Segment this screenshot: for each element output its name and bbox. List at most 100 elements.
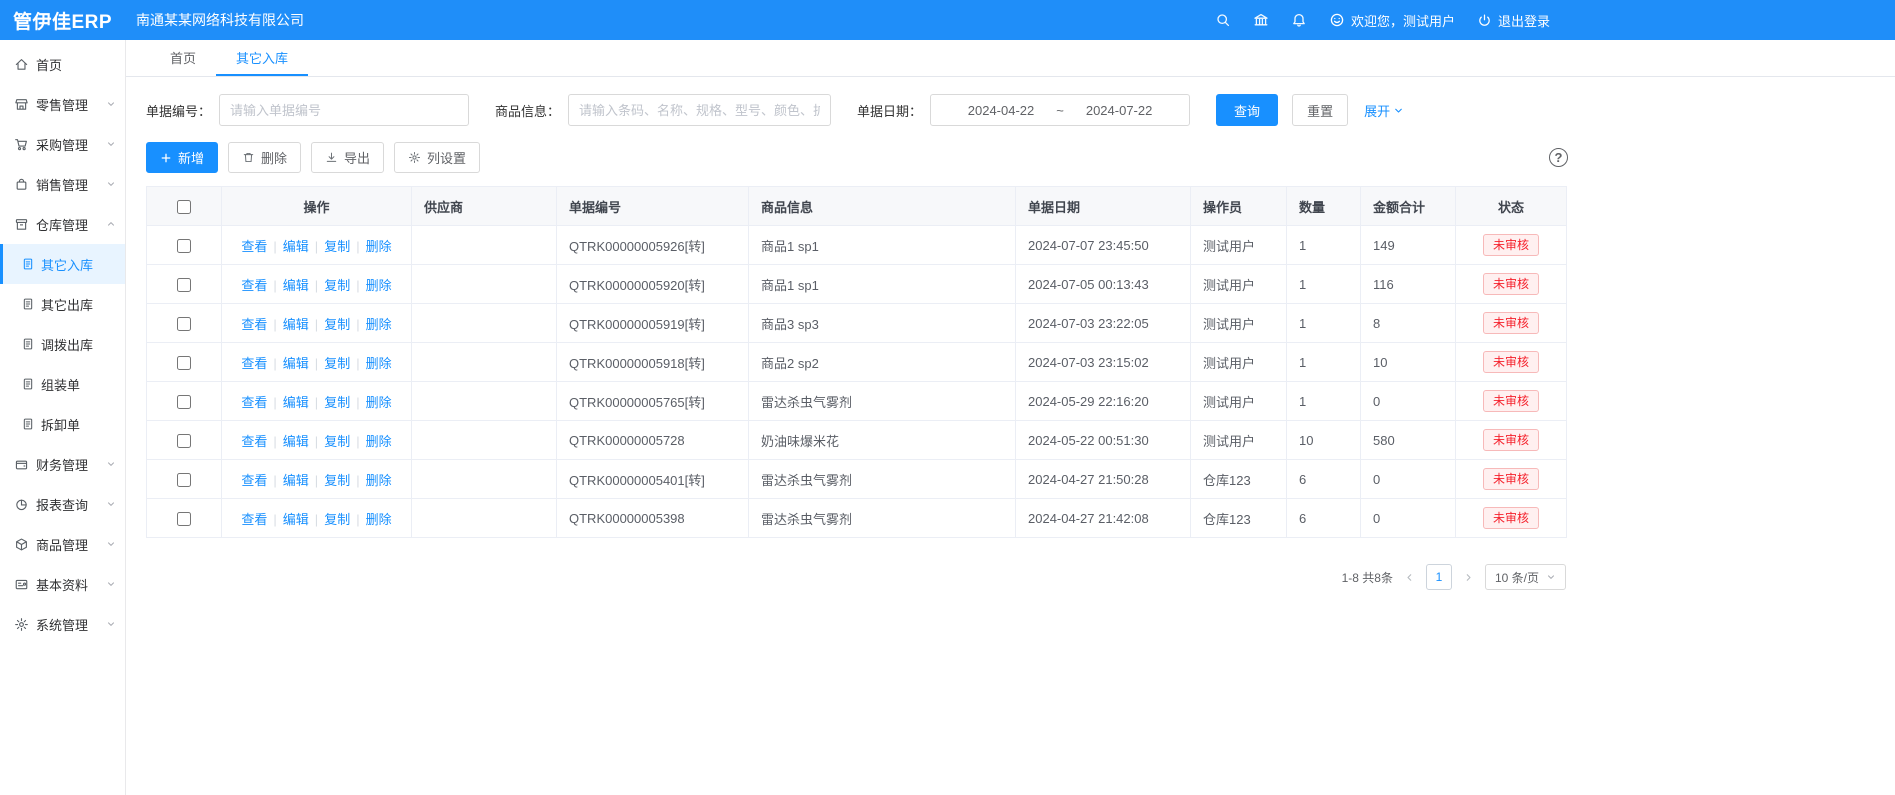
- row-checkbox[interactable]: [177, 317, 191, 331]
- sidebar-subitem-transfer-outbound[interactable]: 调拨出库: [0, 324, 125, 364]
- link-separator: |: [356, 473, 359, 488]
- row-checkbox[interactable]: [177, 434, 191, 448]
- row-copy-link[interactable]: 复制: [324, 356, 350, 371]
- product-info-input[interactable]: [568, 94, 831, 126]
- row-view-link[interactable]: 查看: [241, 239, 267, 254]
- sidebar-item-reports[interactable]: 报表查询: [0, 484, 125, 524]
- link-separator: |: [273, 434, 276, 449]
- row-view-link[interactable]: 查看: [241, 473, 267, 488]
- page-size-value: 10 条/页: [1495, 569, 1539, 586]
- row-edit-link[interactable]: 编辑: [283, 239, 309, 254]
- sidebar-item-products[interactable]: 商品管理: [0, 524, 125, 564]
- date-end[interactable]: 2024-07-22: [1086, 103, 1153, 118]
- page-size-select[interactable]: 10 条/页: [1485, 564, 1566, 590]
- tab-home[interactable]: 首页: [150, 40, 216, 76]
- chevron-left-icon[interactable]: [1404, 572, 1415, 583]
- row-view-link[interactable]: 查看: [241, 434, 267, 449]
- welcome-user[interactable]: 欢迎您，测试用户: [1329, 11, 1455, 30]
- cell-date: 2024-04-27 21:42:08: [1016, 499, 1191, 538]
- row-delete-link[interactable]: 删除: [366, 356, 392, 371]
- row-checkbox[interactable]: [177, 278, 191, 292]
- row-copy-link[interactable]: 复制: [324, 239, 350, 254]
- row-delete-link[interactable]: 删除: [366, 473, 392, 488]
- row-copy-link[interactable]: 复制: [324, 434, 350, 449]
- row-edit-link[interactable]: 编辑: [283, 278, 309, 293]
- row-delete-link[interactable]: 删除: [366, 239, 392, 254]
- row-copy-link[interactable]: 复制: [324, 395, 350, 410]
- row-view-link[interactable]: 查看: [241, 395, 267, 410]
- sidebar-item-warehouse[interactable]: 仓库管理: [0, 204, 125, 244]
- row-view-link[interactable]: 查看: [241, 317, 267, 332]
- row-checkbox[interactable]: [177, 239, 191, 253]
- delete-label: 删除: [261, 148, 287, 167]
- bell-icon[interactable]: [1291, 12, 1307, 28]
- row-copy-link[interactable]: 复制: [324, 512, 350, 527]
- sidebar-subitem-disassembly[interactable]: 拆卸单: [0, 404, 125, 444]
- row-copy-link[interactable]: 复制: [324, 317, 350, 332]
- table-header-row: 操作 供应商 单据编号 商品信息 单据日期 操作员 数量 金额合计 状态: [147, 187, 1567, 226]
- date-start[interactable]: 2024-04-22: [968, 103, 1035, 118]
- row-checkbox[interactable]: [177, 512, 191, 526]
- row-checkbox[interactable]: [177, 395, 191, 409]
- cell-amount: 10: [1361, 343, 1456, 382]
- sidebar-item-sales[interactable]: 销售管理: [0, 164, 125, 204]
- add-button[interactable]: 新增: [146, 142, 218, 173]
- select-all-checkbox[interactable]: [177, 200, 191, 214]
- document-icon: [21, 257, 35, 271]
- row-edit-link[interactable]: 编辑: [283, 356, 309, 371]
- reset-button[interactable]: 重置: [1292, 94, 1348, 126]
- sidebar-subitem-assembly[interactable]: 组装单: [0, 364, 125, 404]
- search-icon[interactable]: [1215, 12, 1231, 28]
- column-settings-label: 列设置: [427, 148, 466, 167]
- sidebar-subitem-other-outbound[interactable]: 其它出库: [0, 284, 125, 324]
- cell-supplier: [412, 382, 557, 421]
- tab-other-inbound[interactable]: 其它入库: [216, 40, 308, 76]
- row-view-link[interactable]: 查看: [241, 278, 267, 293]
- bank-icon[interactable]: [1253, 12, 1269, 28]
- row-delete-link[interactable]: 删除: [366, 395, 392, 410]
- row-view-link[interactable]: 查看: [241, 512, 267, 527]
- logout-button[interactable]: 退出登录: [1477, 11, 1550, 30]
- row-edit-link[interactable]: 编辑: [283, 512, 309, 527]
- question-circle-icon[interactable]: ?: [1549, 148, 1568, 167]
- row-delete-link[interactable]: 删除: [366, 434, 392, 449]
- row-delete-link[interactable]: 删除: [366, 512, 392, 527]
- sidebar-item-home[interactable]: 首页: [0, 44, 125, 84]
- sidebar-item-finance[interactable]: 财务管理: [0, 444, 125, 484]
- row-edit-link[interactable]: 编辑: [283, 395, 309, 410]
- sidebar-item-basic-data[interactable]: 基本资料: [0, 564, 125, 604]
- chevron-down-icon: [106, 459, 116, 469]
- sidebar-item-system[interactable]: 系统管理: [0, 604, 125, 644]
- link-separator: |: [315, 239, 318, 254]
- export-button[interactable]: 导出: [311, 142, 384, 173]
- row-copy-link[interactable]: 复制: [324, 278, 350, 293]
- sidebar-item-retail[interactable]: 零售管理: [0, 84, 125, 124]
- row-copy-link[interactable]: 复制: [324, 473, 350, 488]
- row-delete-link[interactable]: 删除: [366, 317, 392, 332]
- bill-date-label: 单据日期：: [857, 101, 922, 120]
- sidebar-item-procurement[interactable]: 采购管理: [0, 124, 125, 164]
- table-row: 查看|编辑|复制|删除 QTRK00000005920[转] 商品1 sp1 2…: [147, 265, 1567, 304]
- page-other-inbound: 单据编号： 商品信息： 单据日期： 2024-04-22 ~ 2024-07-2…: [126, 77, 1588, 590]
- bill-no-input[interactable]: [219, 94, 469, 126]
- row-view-link[interactable]: 查看: [241, 356, 267, 371]
- link-separator: |: [315, 278, 318, 293]
- row-edit-link[interactable]: 编辑: [283, 434, 309, 449]
- cube-icon: [14, 537, 29, 552]
- row-edit-link[interactable]: 编辑: [283, 473, 309, 488]
- sidebar-subitem-other-inbound[interactable]: 其它入库: [0, 244, 125, 284]
- row-checkbox[interactable]: [177, 356, 191, 370]
- page-number[interactable]: 1: [1426, 564, 1452, 590]
- row-edit-link[interactable]: 编辑: [283, 317, 309, 332]
- expand-filters-link[interactable]: 展开: [1364, 101, 1404, 120]
- column-settings-button[interactable]: 列设置: [394, 142, 480, 173]
- row-checkbox[interactable]: [177, 473, 191, 487]
- row-delete-link[interactable]: 删除: [366, 278, 392, 293]
- search-button[interactable]: 查询: [1216, 94, 1278, 126]
- cell-product: 商品3 sp3: [749, 304, 1016, 343]
- chevron-right-icon[interactable]: [1463, 572, 1474, 583]
- date-range-picker[interactable]: 2024-04-22 ~ 2024-07-22: [930, 94, 1190, 126]
- cell-amount: 580: [1361, 421, 1456, 460]
- col-header-date: 单据日期: [1016, 187, 1191, 226]
- delete-button[interactable]: 删除: [228, 142, 301, 173]
